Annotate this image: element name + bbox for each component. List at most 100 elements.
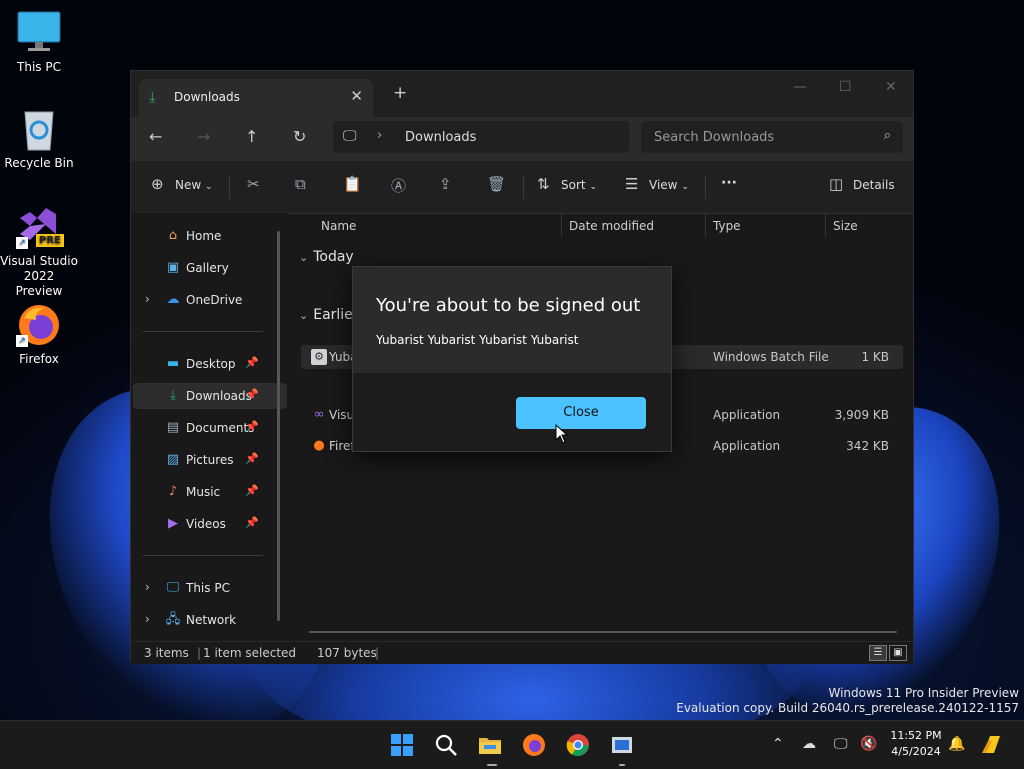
- chevron-right-icon[interactable]: ›: [377, 128, 382, 143]
- sidebar-item-downloads[interactable]: ⤓ Downloads 📌: [133, 383, 287, 409]
- visual-studio-icon: ∞: [313, 407, 325, 422]
- back-arrow-icon[interactable]: ←: [149, 127, 162, 146]
- refresh-icon[interactable]: ↻: [293, 127, 306, 146]
- taskbar: ⌃ ☁ 🖵 🔇 11:52 PM 4/5/2024 🔔: [0, 720, 1024, 769]
- column-header-name[interactable]: Name: [321, 219, 356, 233]
- desktop-icon-this-pc[interactable]: This PC: [0, 10, 79, 75]
- column-divider[interactable]: [705, 213, 706, 237]
- pin-icon[interactable]: 📌: [245, 420, 259, 433]
- desktop-folder-icon: ▬: [166, 356, 180, 371]
- chevron-right-icon[interactable]: ›: [145, 292, 150, 306]
- cut-icon[interactable]: ✂: [247, 175, 260, 193]
- notification-bell-icon[interactable]: 🔔: [948, 736, 965, 752]
- chevron-up-icon[interactable]: ⌃: [772, 736, 784, 752]
- search-input[interactable]: Search Downloads ⌕: [641, 121, 903, 153]
- desktop-icon-firefox[interactable]: ↗ Firefox: [0, 302, 79, 367]
- search-icon: ⌕: [883, 128, 891, 143]
- preview-badge: PRE: [36, 234, 64, 247]
- column-header-date[interactable]: Date modified: [569, 219, 654, 233]
- sidebar-item-documents[interactable]: ▤ Documents 📌: [133, 415, 287, 441]
- volume-muted-icon[interactable]: 🔇: [860, 736, 877, 752]
- view-label: View: [649, 178, 678, 192]
- tiles-view-icon[interactable]: ▣: [889, 645, 907, 661]
- sidebar-item-label: Music: [186, 485, 221, 499]
- address-bar[interactable]: 🖵 › Downloads: [333, 121, 629, 153]
- app-window-icon[interactable]: [610, 733, 634, 757]
- maximize-button[interactable]: ☐: [839, 79, 852, 95]
- up-arrow-icon[interactable]: ↑: [245, 127, 258, 146]
- close-button[interactable]: Close: [516, 397, 646, 429]
- firefox-icon[interactable]: [522, 733, 546, 757]
- home-icon: ⌂: [168, 228, 178, 243]
- rename-icon[interactable]: Ⓐ: [391, 175, 406, 196]
- new-plus-icon[interactable]: ⊕: [151, 175, 164, 193]
- title-bar[interactable]: ⤓ Downloads ✕ + — ☐ ✕: [131, 71, 913, 117]
- sidebar-item-onedrive[interactable]: › ☁ OneDrive: [133, 287, 287, 313]
- desktop-icon-label: Recycle Bin: [4, 156, 74, 170]
- sidebar-item-home[interactable]: ⌂ Home: [133, 223, 287, 249]
- pin-icon[interactable]: 📌: [245, 484, 259, 497]
- copy-icon[interactable]: ⧉: [295, 175, 306, 193]
- column-divider[interactable]: [561, 213, 562, 237]
- details-pane-icon[interactable]: ◫: [829, 175, 843, 193]
- sidebar-item-label: Downloads: [186, 389, 252, 403]
- pin-icon[interactable]: 📌: [245, 452, 259, 465]
- batch-file-icon: ⚙: [311, 349, 327, 365]
- copilot-preview-icon[interactable]: [980, 733, 1004, 757]
- chrome-icon[interactable]: [566, 733, 590, 757]
- onedrive-offline-icon[interactable]: ☁: [802, 736, 816, 752]
- share-icon[interactable]: ⇪: [439, 175, 452, 193]
- group-header-earlier[interactable]: ⌄ Earlier: [299, 307, 359, 323]
- column-divider[interactable]: [825, 213, 826, 237]
- group-header-today[interactable]: ⌄ Today: [299, 249, 354, 265]
- paste-icon[interactable]: 📋: [343, 175, 362, 193]
- desktop-icon-visual-studio[interactable]: PRE ↗ Visual Studio 2022 Preview: [0, 204, 79, 299]
- sidebar-item-videos[interactable]: ▶ Videos 📌: [133, 511, 287, 537]
- breadcrumb[interactable]: Downloads: [405, 130, 476, 145]
- clock[interactable]: 11:52 PM 4/5/2024: [878, 728, 954, 760]
- toolbar-divider: [705, 175, 706, 199]
- sort-label: Sort: [561, 178, 586, 192]
- column-header-size[interactable]: Size: [833, 219, 858, 233]
- desktop-icon-label: Firefox: [19, 352, 59, 366]
- pin-icon[interactable]: 📌: [245, 356, 259, 369]
- start-windows-icon[interactable]: [390, 733, 414, 757]
- close-window-button[interactable]: ✕: [885, 79, 897, 95]
- new-tab-button[interactable]: +: [393, 83, 407, 103]
- more-options-button[interactable]: ···: [721, 175, 737, 191]
- sidebar-item-network[interactable]: › 🖧 Network: [133, 607, 287, 633]
- sidebar-divider: [143, 555, 263, 556]
- toolbar-divider: [523, 175, 524, 199]
- forward-arrow-icon[interactable]: →: [197, 127, 210, 146]
- status-divider: |: [375, 646, 380, 660]
- view-icon[interactable]: ☰: [625, 175, 638, 193]
- sidebar-item-desktop[interactable]: ▬ Desktop 📌: [133, 351, 287, 377]
- sidebar-item-pictures[interactable]: ▨ Pictures 📌: [133, 447, 287, 473]
- sidebar-item-gallery[interactable]: ▣ Gallery: [133, 255, 287, 281]
- details-view-icon[interactable]: ☰: [869, 645, 887, 661]
- chevron-right-icon[interactable]: ›: [145, 580, 150, 594]
- pin-icon[interactable]: 📌: [245, 516, 259, 529]
- sort-button[interactable]: Sort ⌄: [561, 178, 597, 192]
- sort-icon[interactable]: ⇅: [537, 175, 550, 193]
- tab-downloads[interactable]: ⤓ Downloads ✕: [139, 79, 373, 117]
- desktop-icon-recycle-bin[interactable]: Recycle Bin: [0, 106, 79, 171]
- sidebar-scrollbar[interactable]: [277, 231, 280, 621]
- search-icon[interactable]: [434, 733, 458, 757]
- column-header-type[interactable]: Type: [713, 219, 741, 233]
- horizontal-scrollbar[interactable]: [309, 631, 897, 633]
- monitor-icon: 🖵: [166, 580, 180, 595]
- sidebar-item-music[interactable]: ♪ Music 📌: [133, 479, 287, 505]
- minimize-button[interactable]: —: [793, 79, 807, 95]
- delete-icon[interactable]: 🗑: [487, 175, 506, 193]
- close-tab-icon[interactable]: ✕: [350, 87, 363, 105]
- display-icon[interactable]: 🖵: [834, 736, 848, 752]
- sidebar-item-this-pc[interactable]: › 🖵 This PC: [133, 575, 287, 601]
- file-size: 3,909 KB: [834, 408, 889, 422]
- view-button[interactable]: View ⌄: [649, 178, 689, 192]
- details-button[interactable]: Details: [853, 178, 895, 192]
- pin-icon[interactable]: 📌: [245, 388, 259, 401]
- chevron-right-icon[interactable]: ›: [145, 612, 150, 626]
- file-explorer-icon[interactable]: [478, 733, 502, 757]
- new-button[interactable]: New ⌄: [175, 178, 213, 192]
